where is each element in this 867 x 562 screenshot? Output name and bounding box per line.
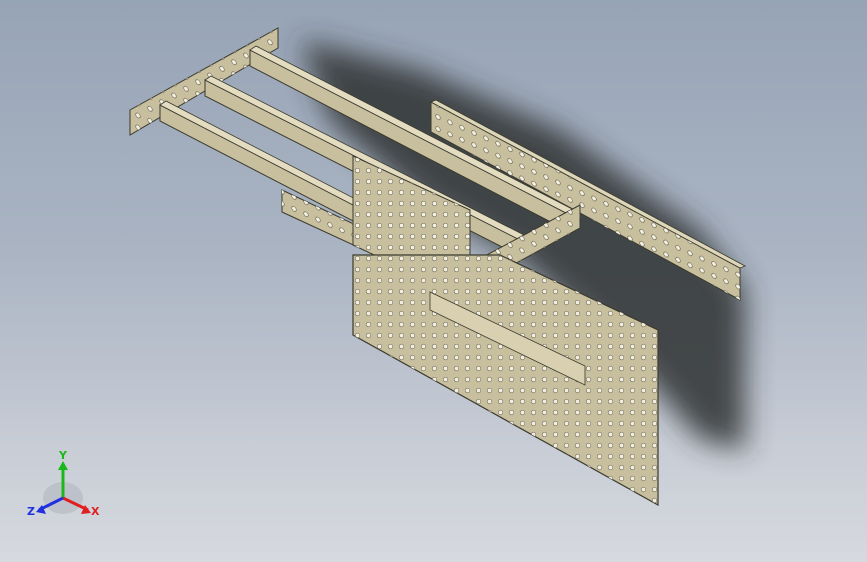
assembly-model[interactable]: [0, 0, 867, 562]
x-axis-label: X: [91, 505, 100, 518]
y-axis-arrow: [58, 461, 68, 470]
z-axis-label: Z: [27, 505, 35, 518]
y-axis-label: Y: [58, 449, 68, 462]
graphics-viewport[interactable]: Y X Z: [0, 0, 867, 562]
orientation-triad[interactable]: Y X Z: [25, 448, 115, 528]
